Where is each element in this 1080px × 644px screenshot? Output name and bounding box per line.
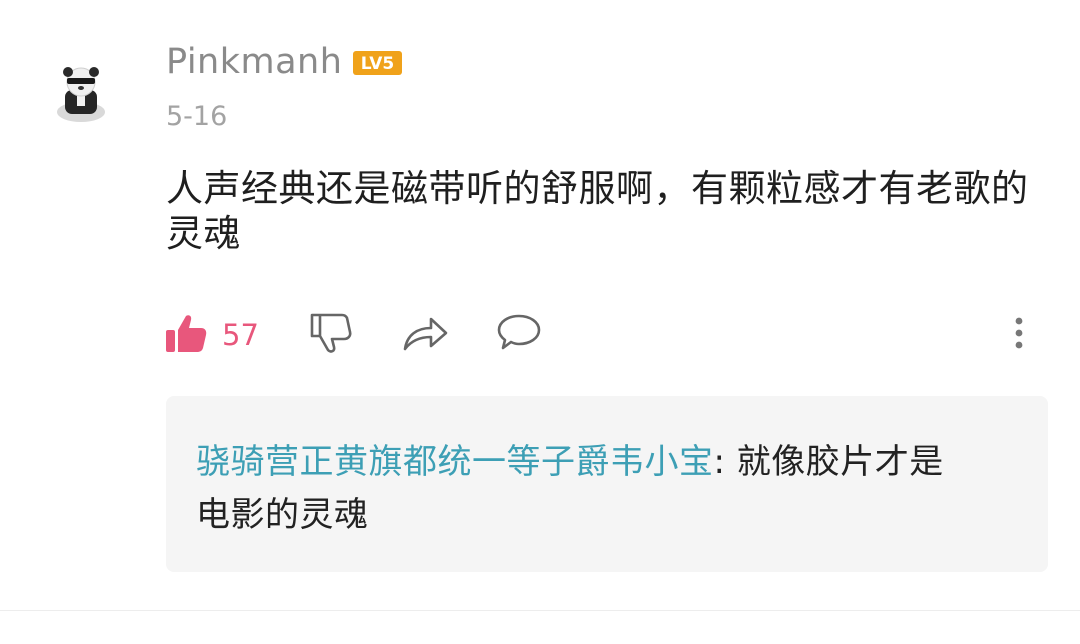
- avatar[interactable]: [54, 66, 108, 122]
- reply-text-block: 骁骑营正黄旗都统一等子爵韦小宝: 就像胶片才是电影的灵魂: [196, 436, 976, 542]
- reply-separator: :: [713, 442, 737, 482]
- comment-card: Pinkmanh LV5 5-16 人声经典还是磁带听的舒服啊，有颗粒感才有老歌…: [0, 0, 1080, 612]
- thumbs-down-icon: [309, 310, 353, 360]
- comment-content: 人声经典还是磁带听的舒服啊，有颗粒感才有老歌的灵魂: [166, 167, 1029, 255]
- comment-actions: 57: [0, 310, 1080, 360]
- comment-date: 5-16: [166, 101, 228, 132]
- dislike-button[interactable]: [309, 310, 353, 360]
- more-vertical-icon: [1004, 313, 1034, 357]
- more-button[interactable]: [1004, 310, 1034, 360]
- comment-icon: [496, 312, 542, 358]
- divider: [0, 610, 1080, 611]
- level-badge: LV5: [353, 51, 402, 75]
- level-badge-text: LV5: [361, 54, 394, 74]
- share-button[interactable]: [401, 310, 449, 360]
- reply-button[interactable]: [496, 310, 542, 360]
- reply-author[interactable]: 骁骑营正黄旗都统一等子爵韦小宝: [196, 442, 714, 482]
- like-count: 57: [222, 318, 259, 352]
- username[interactable]: Pinkmanh: [166, 40, 342, 84]
- thumbs-up-icon: [164, 311, 208, 359]
- like-button[interactable]: 57: [164, 310, 259, 360]
- share-icon: [401, 313, 449, 357]
- reply-preview[interactable]: 骁骑营正黄旗都统一等子爵韦小宝: 就像胶片才是电影的灵魂: [166, 396, 1048, 572]
